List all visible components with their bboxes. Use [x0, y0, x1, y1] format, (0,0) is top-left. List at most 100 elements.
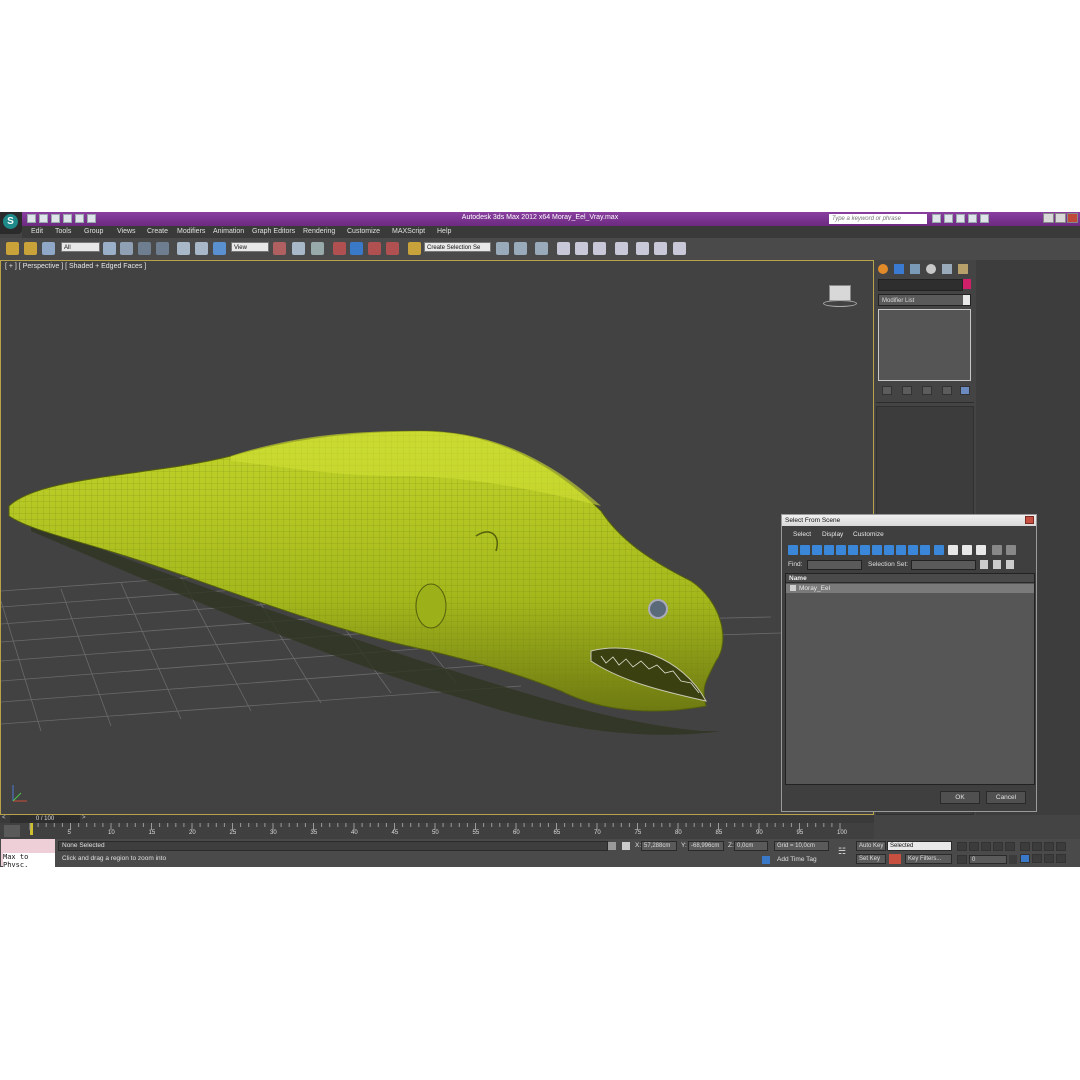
filter-icon[interactable]: [992, 545, 1002, 555]
bones-filter-icon[interactable]: [884, 545, 894, 555]
object-name-field[interactable]: [878, 279, 963, 291]
save-file-icon[interactable]: [51, 214, 60, 223]
zoom-icon[interactable]: [1020, 842, 1030, 851]
select-object-icon[interactable]: [103, 242, 116, 255]
menu-graph-editors[interactable]: Graph Editors: [252, 228, 295, 235]
perspective-viewport[interactable]: [ + ] [ Perspective ] [ Shaded + Edged F…: [0, 260, 874, 815]
lights-filter-icon[interactable]: [812, 545, 822, 555]
snaps-toggle-icon[interactable]: [333, 242, 346, 255]
search-icon[interactable]: [932, 214, 941, 223]
motion-tab-icon[interactable]: [926, 264, 936, 274]
open-file-icon[interactable]: [39, 214, 48, 223]
hidden-filter-icon[interactable]: [920, 545, 930, 555]
dialog-menu-select[interactable]: Select: [793, 531, 811, 538]
viewcube-face[interactable]: [829, 285, 851, 301]
render-setup-icon[interactable]: [636, 242, 649, 255]
application-button[interactable]: S: [0, 212, 22, 234]
menu-maxscript[interactable]: MAXScript: [392, 228, 425, 235]
scene-object-list[interactable]: Name Moray_Eel: [785, 573, 1035, 785]
display-all-icon[interactable]: [934, 545, 944, 555]
dialog-menu-display[interactable]: Display: [822, 531, 843, 538]
minimize-icon[interactable]: [1043, 213, 1054, 223]
select-manipulate-icon[interactable]: [292, 242, 305, 255]
pin-stack-icon[interactable]: [882, 386, 892, 395]
remove-from-set-icon[interactable]: [1006, 560, 1014, 569]
key-filters-button[interactable]: Key Filters...: [905, 854, 952, 864]
key-mode-dropdown[interactable]: Selected: [887, 841, 952, 851]
material-editor-icon[interactable]: [615, 242, 628, 255]
menu-customize[interactable]: Customize: [347, 228, 380, 235]
show-end-result-icon[interactable]: [902, 386, 912, 395]
undo-icon[interactable]: [63, 214, 72, 223]
edit-named-selection-icon[interactable]: [408, 242, 421, 255]
cancel-button[interactable]: Cancel: [986, 791, 1026, 804]
key-mode-toggle-icon[interactable]: [957, 855, 967, 864]
find-input[interactable]: [807, 560, 862, 570]
create-tab-icon[interactable]: [878, 264, 888, 274]
set-key-button[interactable]: Set Key: [856, 854, 886, 864]
new-file-icon[interactable]: [27, 214, 36, 223]
move-icon[interactable]: [177, 242, 190, 255]
selection-filter-dropdown[interactable]: All: [61, 242, 100, 252]
xrefs-filter-icon[interactable]: [872, 545, 882, 555]
rectangular-region-icon[interactable]: [138, 242, 151, 255]
previous-frame-icon[interactable]: [969, 842, 979, 851]
frozen-filter-icon[interactable]: [908, 545, 918, 555]
select-link-icon[interactable]: [6, 242, 19, 255]
slider-left-arrow-icon[interactable]: <: [2, 815, 6, 821]
key-icon[interactable]: ☵: [838, 847, 852, 856]
communication-icon[interactable]: [956, 214, 965, 223]
set-key-filter-icon[interactable]: [889, 854, 901, 864]
layer-manager-icon[interactable]: [535, 242, 548, 255]
time-configuration-icon[interactable]: [1009, 855, 1017, 864]
dialog-menu-customize[interactable]: Customize: [853, 531, 884, 538]
percent-snap-icon[interactable]: [368, 242, 381, 255]
configure-sets-icon[interactable]: [960, 386, 970, 395]
unlink-icon[interactable]: [24, 242, 37, 255]
remove-modifier-icon[interactable]: [942, 386, 952, 395]
select-by-name-icon[interactable]: [120, 242, 133, 255]
keyword-search-input[interactable]: Type a keyword or phrase: [829, 214, 927, 224]
close-icon[interactable]: [1067, 213, 1078, 223]
y-coordinate-field[interactable]: -68,996cm: [688, 841, 724, 851]
spinner-snap-icon[interactable]: [386, 242, 399, 255]
help-icon[interactable]: [980, 214, 989, 223]
zoom-extents-all-icon[interactable]: [1056, 842, 1066, 851]
menu-help[interactable]: Help: [437, 228, 451, 235]
object-color-swatch[interactable]: [963, 279, 971, 289]
select-sets-icon[interactable]: [980, 560, 988, 569]
list-item[interactable]: Moray_Eel: [786, 584, 1034, 593]
utilities-tab-icon[interactable]: [958, 264, 968, 274]
geometry-filter-icon[interactable]: [788, 545, 798, 555]
play-icon[interactable]: [981, 842, 991, 851]
modifier-list-dropdown[interactable]: Modifier List: [878, 294, 971, 306]
make-unique-icon[interactable]: [922, 386, 932, 395]
menu-animation[interactable]: Animation: [213, 228, 244, 235]
schematic-view-icon[interactable]: [593, 242, 606, 255]
slider-right-arrow-icon[interactable]: >: [82, 815, 86, 821]
project-folder-icon[interactable]: [87, 214, 96, 223]
maximize-icon[interactable]: [1055, 213, 1066, 223]
add-to-set-icon[interactable]: [993, 560, 1001, 569]
menu-create[interactable]: Create: [147, 228, 168, 235]
menu-tools[interactable]: Tools: [55, 228, 71, 235]
track-bar[interactable]: 5 10 15 20 25 30 35 40 45 50 55 60 65 70 75 80 85 90 95 100: [0, 823, 874, 839]
rendered-frame-icon[interactable]: [654, 242, 667, 255]
subscription-icon[interactable]: [944, 214, 953, 223]
zoom-extents-icon[interactable]: [1044, 842, 1054, 851]
add-time-tag-button[interactable]: Add Time Tag: [777, 856, 817, 863]
name-column-header[interactable]: Name: [786, 574, 1034, 583]
zoom-all-icon[interactable]: [1032, 842, 1042, 851]
align-icon[interactable]: [514, 242, 527, 255]
viewcube[interactable]: [823, 285, 857, 307]
scale-icon[interactable]: [213, 242, 226, 255]
rotate-icon[interactable]: [195, 242, 208, 255]
lock-icon[interactable]: [608, 842, 616, 850]
orbit-icon[interactable]: [1044, 854, 1054, 863]
modify-tab-icon[interactable]: [894, 264, 904, 274]
maxscript-listener[interactable]: Max to Physc.: [1, 839, 55, 867]
time-slider[interactable]: < 0 / 100 >: [0, 815, 874, 823]
close-icon[interactable]: [1025, 516, 1034, 524]
containers-filter-icon[interactable]: [896, 545, 906, 555]
helpers-filter-icon[interactable]: [836, 545, 846, 555]
